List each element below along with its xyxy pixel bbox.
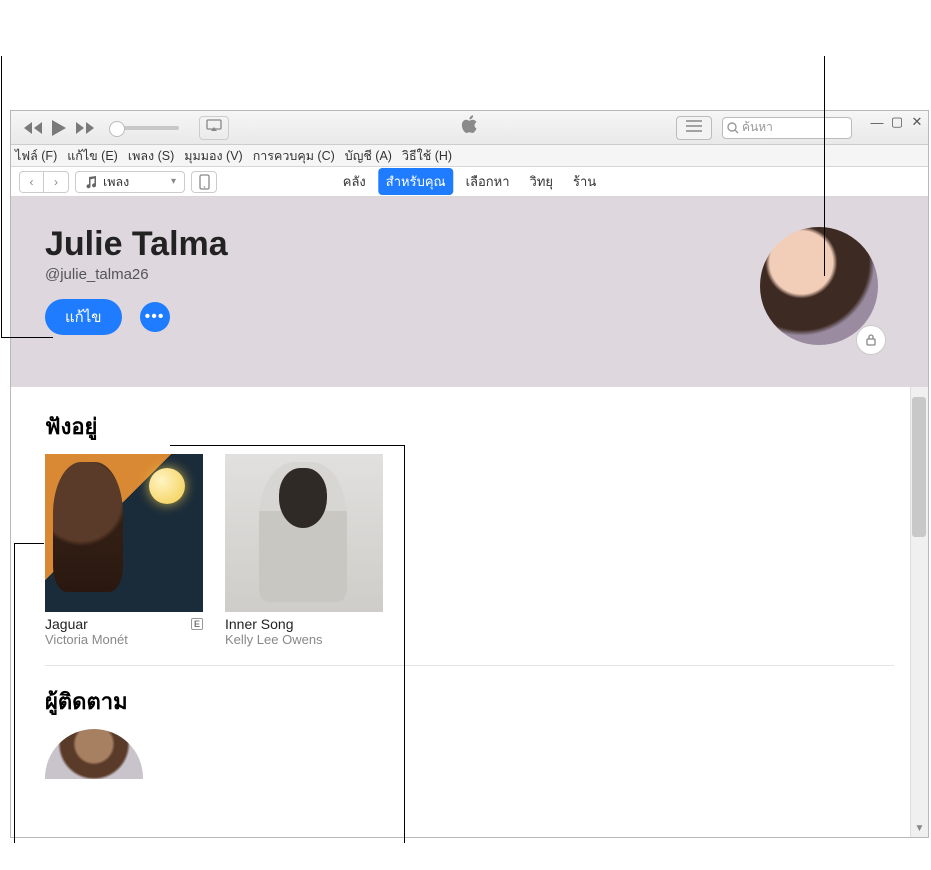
callout-line-more-h <box>170 445 405 446</box>
callout-line-left-h <box>1 337 53 338</box>
menubar: ไฟล์ (F) แก้ไข (E) เพลง (S) มุมมอง (V) ก… <box>11 145 928 167</box>
nav-history: ‹ › <box>19 171 69 193</box>
listening-album-row: Jaguar E Victoria Monét Inner Song Kelly… <box>45 454 894 647</box>
tab-for-you[interactable]: สำหรับคุณ <box>378 168 454 195</box>
scrollbar-thumb[interactable] <box>912 397 926 537</box>
menu-song[interactable]: เพลง (S) <box>128 146 174 166</box>
previous-button[interactable] <box>23 121 43 135</box>
menu-account[interactable]: บัญชี (A) <box>345 146 392 166</box>
explicit-badge: E <box>191 618 203 630</box>
chevron-down-icon: ▾ <box>171 176 176 187</box>
callout-line-listening-h <box>14 543 44 544</box>
album-title: Jaguar <box>45 616 88 632</box>
profile-header: Julie Talma @julie_talma26 แก้ไข ••• <box>11 197 928 387</box>
profile-avatar[interactable] <box>760 227 878 345</box>
maximize-button[interactable]: ▢ <box>890 115 904 129</box>
callout-line-right <box>824 56 825 276</box>
section-tabs: คลัง สำหรับคุณ เลือกหา วิทยุ ร้าน <box>335 168 604 195</box>
content-pane: ▲ ▼ Julie Talma @julie_talma26 แก้ไข •••… <box>11 197 928 837</box>
back-button[interactable]: ‹ <box>20 172 44 192</box>
album-cover[interactable] <box>225 454 383 612</box>
play-button[interactable] <box>51 119 67 137</box>
app-window: ค้นหา — ▢ ✕ ไฟล์ (F) แก้ไข (E) เพลง (S) … <box>10 110 929 838</box>
menu-file[interactable]: ไฟล์ (F) <box>15 146 57 166</box>
music-note-icon <box>84 175 98 189</box>
section-listening-title: ฟังอยู่ <box>45 409 894 444</box>
section-divider <box>45 665 894 666</box>
album-artist: Victoria Monét <box>45 632 203 647</box>
album-item[interactable]: Inner Song Kelly Lee Owens <box>225 454 383 647</box>
menu-help[interactable]: วิธีใช้ (H) <box>402 146 452 166</box>
menu-controls[interactable]: การควบคุม (C) <box>253 146 335 166</box>
tab-store[interactable]: ร้าน <box>565 168 604 195</box>
profile-sections: ฟังอยู่ Jaguar E Victoria Monét Inner So… <box>11 387 928 801</box>
device-button[interactable] <box>191 171 217 193</box>
section-followers-title: ผู้ติดตาม <box>45 684 894 719</box>
tab-radio[interactable]: วิทยุ <box>522 168 562 195</box>
search-placeholder: ค้นหา <box>742 118 773 137</box>
more-options-button[interactable]: ••• <box>140 302 170 332</box>
minimize-button[interactable]: — <box>870 115 884 129</box>
airplay-button[interactable] <box>199 116 229 140</box>
media-type-label: เพลง <box>103 172 129 192</box>
callout-line-more <box>404 445 405 843</box>
callout-line-left <box>1 56 2 338</box>
apple-logo-icon <box>461 115 479 140</box>
playback-controls <box>11 116 229 140</box>
media-type-select[interactable]: เพลง ▾ <box>75 171 185 193</box>
scroll-down-icon[interactable]: ▼ <box>911 819 928 837</box>
tab-browse[interactable]: เลือกหา <box>458 168 518 195</box>
follower-avatar[interactable] <box>45 729 143 779</box>
album-title: Inner Song <box>225 616 294 632</box>
menu-edit[interactable]: แก้ไข (E) <box>67 146 118 166</box>
lock-icon <box>864 333 878 347</box>
search-input[interactable]: ค้นหา <box>722 117 852 139</box>
edit-profile-button[interactable]: แก้ไข <box>45 299 122 335</box>
album-artist: Kelly Lee Owens <box>225 632 383 647</box>
titlebar: ค้นหา — ▢ ✕ <box>11 111 928 145</box>
album-item[interactable]: Jaguar E Victoria Monét <box>45 454 203 647</box>
forward-button[interactable]: › <box>44 172 68 192</box>
list-view-button[interactable] <box>676 116 712 140</box>
privacy-lock-badge <box>856 325 886 355</box>
close-button[interactable]: ✕ <box>910 115 924 129</box>
search-icon <box>727 122 739 134</box>
callout-line-listening <box>14 543 15 843</box>
menu-view[interactable]: มุมมอง (V) <box>184 146 242 166</box>
album-cover[interactable] <box>45 454 203 612</box>
navbar: ‹ › เพลง ▾ คลัง สำหรับคุณ เลือกหา วิทยุ … <box>11 167 928 197</box>
tab-library[interactable]: คลัง <box>335 168 374 195</box>
next-button[interactable] <box>75 121 95 135</box>
volume-slider[interactable] <box>109 126 179 130</box>
